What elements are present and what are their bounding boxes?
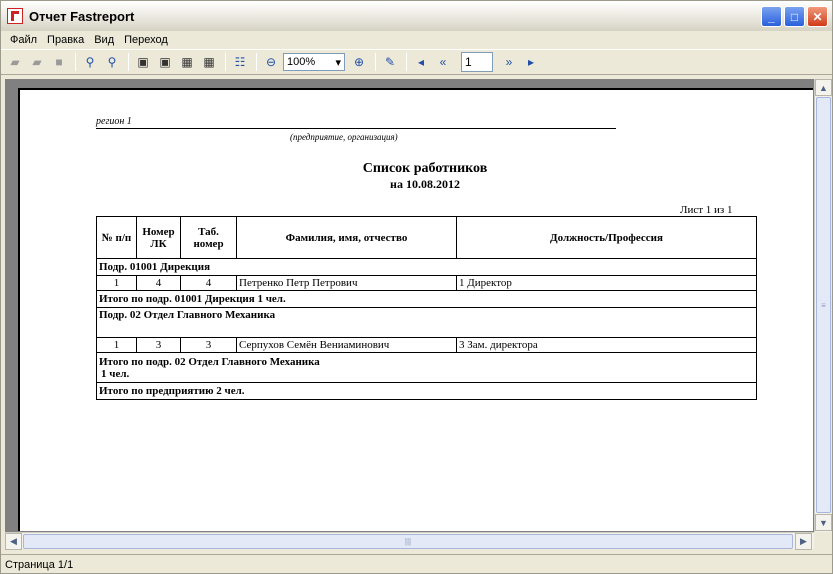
title-bar[interactable]: Отчет Fastreport _ □ ✕	[1, 1, 832, 31]
menu-bar: Файл Правка Вид Переход	[1, 31, 832, 49]
menu-edit[interactable]: Правка	[42, 34, 89, 46]
horizontal-scroll-thumb[interactable]: |||	[23, 534, 793, 549]
multi-pages-icon[interactable]: ▦	[199, 52, 219, 72]
header-cell: Таб. номер	[180, 216, 237, 259]
maximize-button[interactable]: □	[784, 6, 805, 27]
menu-file[interactable]: Файл	[5, 34, 42, 46]
minimize-button[interactable]: _	[761, 6, 782, 27]
toolbar-separator	[75, 53, 76, 71]
menu-view[interactable]: Вид	[89, 34, 119, 46]
group-total-count: 1 чел.	[101, 367, 130, 380]
first-page-icon[interactable]: ◂	[411, 52, 431, 72]
toolbar-separator	[375, 53, 376, 71]
vertical-scroll-thumb[interactable]: ≡	[816, 97, 831, 513]
toolbar-separator	[225, 53, 226, 71]
print-setup-icon[interactable]: ▰	[27, 52, 47, 72]
header-cell: Номер ЛК	[136, 216, 181, 259]
print-icon[interactable]: ▰	[5, 52, 25, 72]
report-window: Отчет Fastreport _ □ ✕ Файл Правка Вид П…	[0, 0, 833, 574]
sheet-number: Лист 1 из 1	[680, 204, 733, 216]
outline-icon[interactable]: ☷	[230, 52, 250, 72]
prev-page-icon[interactable]: «	[433, 52, 453, 72]
table-header-row: № п/п Номер ЛК Таб. номер Фамилия, имя, …	[96, 216, 757, 259]
org-caption: (предприятие, организация)	[290, 132, 398, 142]
group-row: Подр. 02 Отдел Главного Механика	[96, 307, 757, 338]
table-row: 1 4 4 Петренко Петр Петрович 1 Директор	[96, 275, 757, 291]
group-total-row: Итого по подр. 02 Отдел Главного Механик…	[96, 352, 757, 383]
status-bar: Страница 1/1	[1, 554, 832, 574]
window-title: Отчет Fastreport	[29, 8, 135, 24]
chevron-down-icon: ▾	[335, 56, 341, 69]
page-width-icon[interactable]: ▣	[155, 52, 175, 72]
find-next-icon[interactable]: ⚲	[102, 52, 122, 72]
report-preview-area: регион 1 (предприятие, организация) Спис…	[5, 79, 814, 532]
save-icon[interactable]: ■	[49, 52, 69, 72]
toolbar-separator	[406, 53, 407, 71]
one-page-icon[interactable]: ▣	[133, 52, 153, 72]
header-cell: Фамилия, имя, отчество	[236, 216, 457, 259]
two-pages-icon[interactable]: ▦	[177, 52, 197, 72]
fastreport-app-icon	[7, 8, 23, 24]
scroll-left-button[interactable]: ◀	[5, 533, 22, 550]
find-icon[interactable]: ⚲	[80, 52, 100, 72]
table-row: 1 3 3 Серпухов Семён Вениаминович 3 Зам.…	[96, 337, 757, 353]
last-page-icon[interactable]: ▸	[521, 52, 541, 72]
next-page-icon[interactable]: »	[499, 52, 519, 72]
region-label: регион 1	[96, 116, 132, 127]
zoom-out-icon[interactable]: ⊖	[261, 52, 281, 72]
scroll-right-button[interactable]: ▶	[795, 533, 812, 550]
report-date: на 10.08.2012	[390, 177, 460, 191]
toolbar: ▰ ▰ ■ ⚲ ⚲ ▣ ▣ ▦ ▦ ☷ ⊖ 100% ▾ ⊕ ✎ ◂ « 1 »…	[1, 49, 832, 75]
scroll-up-button[interactable]: ▲	[815, 79, 832, 96]
close-button[interactable]: ✕	[807, 6, 828, 27]
vertical-scrollbar[interactable]: ▲ ≡ ▼	[814, 79, 832, 532]
zoom-value: 100%	[287, 56, 316, 68]
report-title: Список работников	[362, 161, 488, 176]
status-page-text: Страница 1/1	[5, 558, 74, 571]
group-total-row: Итого по подр. 01001 Дирекция 1 чел.	[96, 290, 757, 308]
zoom-in-icon[interactable]: ⊕	[349, 52, 369, 72]
horizontal-scrollbar[interactable]: ◀ ||| ▶	[5, 532, 814, 550]
edit-page-icon[interactable]: ✎	[380, 52, 400, 72]
report-page: регион 1 (предприятие, организация) Спис…	[18, 88, 813, 531]
toolbar-separator	[128, 53, 129, 71]
zoom-select[interactable]: 100% ▾	[283, 53, 345, 71]
header-cell: № п/п	[96, 216, 137, 259]
header-cell: Должность/Профессия	[456, 216, 757, 259]
page-number-input[interactable]: 1	[461, 52, 493, 72]
employees-table: № п/п Номер ЛК Таб. номер Фамилия, имя, …	[96, 216, 757, 400]
group-row: Подр. 01001 Дирекция	[96, 258, 757, 276]
menu-go[interactable]: Переход	[119, 34, 173, 46]
region-underline	[96, 128, 616, 129]
grand-total-row: Итого по предприятию 2 чел.	[96, 382, 757, 400]
toolbar-separator	[256, 53, 257, 71]
scroll-down-button[interactable]: ▼	[815, 514, 832, 531]
group-total-line: Итого по подр. 02 Отдел Главного Механик…	[99, 355, 320, 368]
